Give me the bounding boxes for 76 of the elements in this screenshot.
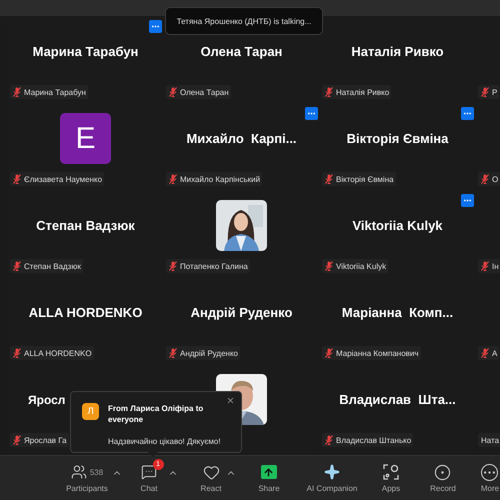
muted-mic-icon [13, 87, 21, 97]
name-tag: А [478, 346, 500, 360]
share-button[interactable]: Share [254, 459, 284, 493]
more-icon [481, 464, 498, 480]
chat-icon [141, 464, 157, 480]
name-tag: Ната [478, 433, 500, 447]
close-button[interactable] [226, 396, 235, 405]
message-sender: From Лариса Оліфіра to everyone [108, 403, 204, 426]
muted-mic-icon [169, 87, 177, 97]
participant-name: Владислав Шта... [339, 392, 456, 407]
muted-mic-icon [325, 435, 333, 445]
more-options-button[interactable] [461, 194, 474, 207]
participant-name: Вікторія Євміна [346, 131, 448, 146]
muted-mic-icon [481, 174, 489, 184]
participant-name: Андрій Руденко [190, 305, 292, 320]
participant-name: Марина Тарабун [32, 44, 138, 59]
name-tag: Єлизавета Науменко [10, 172, 104, 186]
name-tag: Р [478, 85, 500, 99]
name-tag: О [478, 172, 500, 186]
muted-mic-icon [169, 348, 177, 358]
participant-name: Олена Таран [200, 44, 282, 59]
participants-button[interactable]: 538 Participants [62, 459, 112, 493]
muted-mic-icon [13, 348, 21, 358]
name-tag: Маріанна Компанович [322, 346, 421, 360]
participants-icon [70, 464, 87, 480]
react-button[interactable]: React [196, 459, 226, 493]
name-tag: Владислав Штанько [322, 433, 414, 447]
name-tag: Наталія Ривко [322, 85, 392, 99]
sparkle-icon [324, 464, 340, 480]
name-tag: ALLA HORDENKO [10, 346, 94, 360]
apps-button[interactable]: Apps [378, 459, 404, 493]
participant-name: Наталія Ривко [351, 44, 444, 59]
muted-mic-icon [169, 261, 177, 271]
more-options-button[interactable] [305, 107, 318, 120]
name-tag: Михайло Карпінський [166, 172, 262, 186]
participant-name: Viktoriia Kulyk [352, 218, 443, 233]
muted-mic-icon [13, 261, 21, 271]
more-options-button[interactable] [461, 107, 474, 120]
name-tag: Олена Таран [166, 85, 231, 99]
record-button[interactable]: Record [426, 459, 460, 493]
avatar-initial: E [60, 113, 111, 164]
muted-mic-icon [325, 348, 333, 358]
muted-mic-icon [325, 174, 333, 184]
toast-text: Тетяна Ярошенко (ДНТБ) is talking... [176, 16, 312, 26]
muted-mic-icon [13, 435, 21, 445]
muted-mic-icon [325, 261, 333, 271]
muted-mic-icon [13, 174, 21, 184]
name-tag: Степан Вадзюк [10, 259, 83, 273]
more-options-button[interactable] [149, 20, 162, 33]
heart-icon [202, 464, 220, 480]
share-icon [260, 465, 277, 479]
more-button[interactable]: More [476, 459, 500, 493]
name-tag: Viktoriia Kulyk [322, 259, 388, 273]
chat-popup[interactable]: Л From Лариса Оліфіра to everyone Надзвичайно цікаво! Дякуємо! [70, 391, 242, 453]
participant-name: Степан Вадзюк [36, 218, 135, 233]
muted-mic-icon [169, 174, 177, 184]
name-tag: Вікторія Євміна [322, 172, 396, 186]
participant-name: Яросл [28, 392, 66, 406]
sender-avatar: Л [82, 403, 99, 420]
muted-mic-icon [481, 87, 489, 97]
muted-mic-icon [481, 348, 489, 358]
name-tag: Андрій Руденко [166, 346, 240, 360]
name-tag: Ярослав Га [10, 433, 69, 447]
participant-name: ALLA HORDENKO [28, 305, 142, 320]
name-tag: Марина Тарабун [10, 85, 88, 99]
muted-mic-icon [325, 87, 333, 97]
name-tag: Потапенко Галина [166, 259, 250, 273]
participant-name: Михайло Карпі... [186, 131, 297, 146]
apps-icon [382, 464, 399, 480]
muted-mic-icon [481, 261, 489, 271]
message-text: Надзвичайно цікаво! Дякуємо! [108, 437, 222, 448]
ai-companion-button[interactable]: AI Companion [302, 459, 362, 493]
participant-name: Маріанна Комп... [342, 305, 454, 320]
record-icon [434, 464, 452, 480]
name-tag: Ін [478, 259, 500, 273]
participant-count: 538 [90, 468, 104, 476]
